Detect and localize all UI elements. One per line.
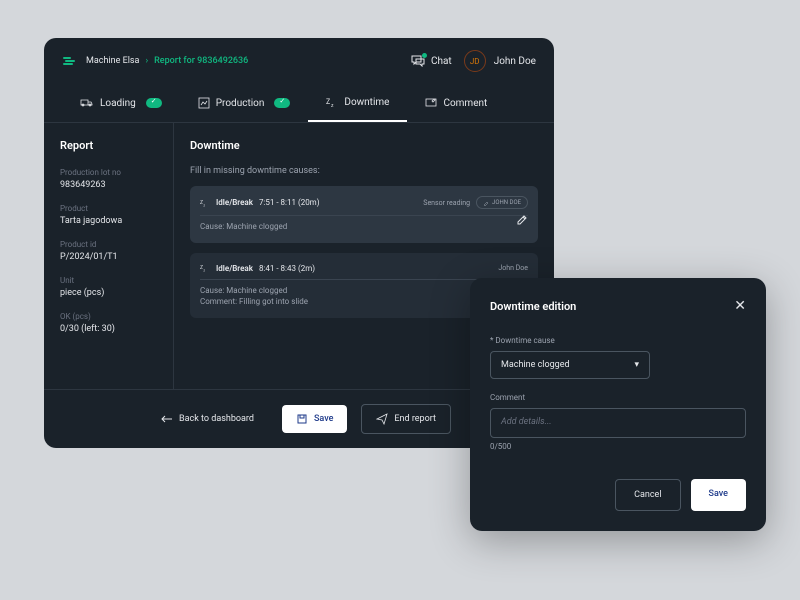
end-button[interactable]: End report xyxy=(361,404,451,434)
modal-header: Downtime edition ✕ xyxy=(490,298,746,314)
header-left: Machine Elsa › Report for 9836492636 xyxy=(62,54,248,68)
svg-text:Z: Z xyxy=(326,98,330,106)
tab-comment[interactable]: Comment xyxy=(407,84,505,122)
tab-loading[interactable]: Loading xyxy=(62,84,180,122)
svg-text:z: z xyxy=(203,203,205,207)
sleep-icon: Zz xyxy=(200,198,210,208)
save-button[interactable]: Save xyxy=(282,405,347,433)
downtime-card[interactable]: Zz Idle/Break 7:51 - 8:11 (20m) Sensor r… xyxy=(190,186,538,243)
cancel-button[interactable]: Cancel xyxy=(615,479,680,511)
section-subtitle: Fill in missing downtime causes: xyxy=(190,166,538,176)
sidebar: Report Production lot no 983649263 Produ… xyxy=(44,123,174,389)
sensor-reading: Sensor reading xyxy=(423,199,470,207)
avatar: JD xyxy=(464,50,486,72)
card-cause: Cause: Machine clogged xyxy=(200,222,528,231)
section-title: Downtime xyxy=(190,139,538,152)
tab-production[interactable]: Production xyxy=(180,84,309,122)
tabs: Loading Production Zz Downtime Comment xyxy=(44,84,554,123)
sidebar-title: Report xyxy=(60,139,157,152)
back-button[interactable]: Back to dashboard xyxy=(147,406,268,432)
modal-save-button[interactable]: Save xyxy=(691,479,746,511)
send-icon xyxy=(376,413,388,425)
cause-label: * Downtime cause xyxy=(490,336,746,345)
breadcrumb-report[interactable]: Report for 9836492636 xyxy=(154,56,248,66)
field-ok: OK (pcs) 0/30 (left: 30) xyxy=(60,312,157,334)
char-count: 0/500 xyxy=(490,442,746,451)
chat-button[interactable]: Chat xyxy=(411,55,452,67)
user-tag: JOHN DOE xyxy=(476,196,528,209)
close-icon[interactable]: ✕ xyxy=(734,298,746,314)
arrow-left-icon xyxy=(161,415,173,423)
breadcrumb-machine[interactable]: Machine Elsa xyxy=(86,56,139,66)
sleep-icon: Zz xyxy=(200,263,210,273)
check-icon xyxy=(146,98,162,108)
chevron-down-icon: ▾ xyxy=(634,360,639,370)
card-user: John Doe xyxy=(498,264,528,272)
svg-text:z: z xyxy=(331,103,334,108)
field-comment: Comment Add details... 0/500 xyxy=(490,393,746,451)
comment-label: Comment xyxy=(490,393,746,402)
user-name: John Doe xyxy=(494,56,536,67)
cause-select[interactable]: Machine clogged ▾ xyxy=(490,351,650,379)
edit-icon[interactable] xyxy=(516,214,528,226)
field-product: Product Tarta jagodowa xyxy=(60,204,157,226)
truck-icon xyxy=(80,97,94,109)
comment-input[interactable]: Add details... xyxy=(490,408,746,438)
chart-icon xyxy=(198,97,210,109)
breadcrumb: Machine Elsa › Report for 9836492636 xyxy=(86,56,248,66)
card-header: Zz Idle/Break 7:51 - 8:11 (20m) Sensor r… xyxy=(200,196,528,216)
sleep-icon: Zz xyxy=(326,96,338,108)
tab-downtime[interactable]: Zz Downtime xyxy=(308,84,407,122)
check-icon xyxy=(274,98,290,108)
modal-downtime-edition: Downtime edition ✕ * Downtime cause Mach… xyxy=(470,278,766,531)
chat-label: Chat xyxy=(431,56,452,67)
field-cause: * Downtime cause Machine clogged ▾ xyxy=(490,336,746,379)
modal-footer: Cancel Save xyxy=(490,479,746,511)
comment-icon xyxy=(425,97,437,109)
field-product-id: Product id P/2024/01/T1 xyxy=(60,240,157,262)
pencil-icon xyxy=(483,200,489,206)
header: Machine Elsa › Report for 9836492636 Cha… xyxy=(44,38,554,84)
user-button[interactable]: JD John Doe xyxy=(464,50,536,72)
field-unit: Unit piece (pcs) xyxy=(60,276,157,298)
save-icon xyxy=(296,413,308,425)
modal-title: Downtime edition xyxy=(490,300,576,313)
logo-icon xyxy=(62,54,76,68)
chevron-right-icon: › xyxy=(145,56,148,66)
chat-icon xyxy=(411,55,425,67)
field-lot: Production lot no 983649263 xyxy=(60,168,157,190)
svg-text:z: z xyxy=(203,268,205,272)
header-right: Chat JD John Doe xyxy=(411,50,536,72)
